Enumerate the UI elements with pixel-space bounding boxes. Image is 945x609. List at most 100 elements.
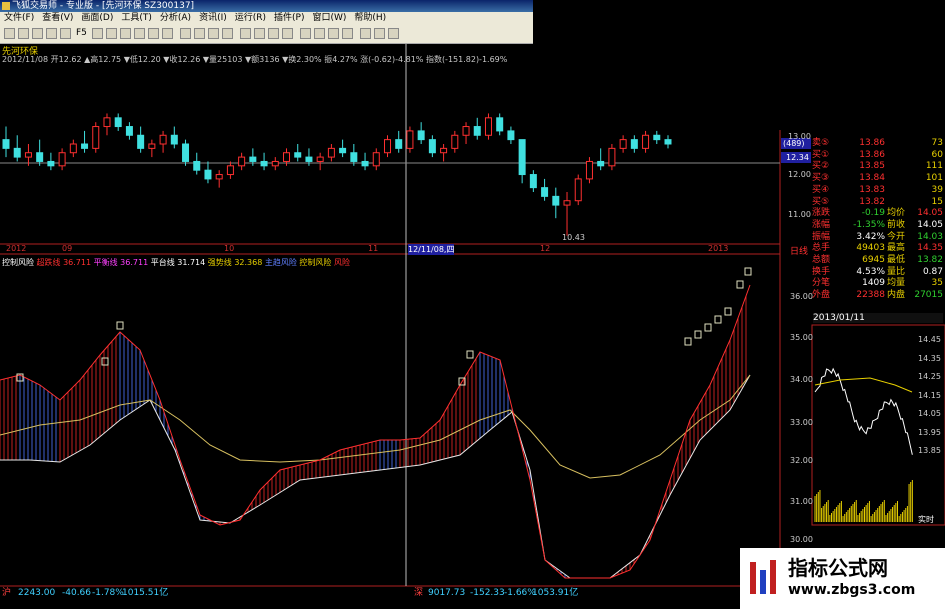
- quote-cell-c: 最低: [886, 255, 905, 265]
- signal-marker: [704, 323, 712, 332]
- intraday-axis-tick: 13.85: [918, 446, 941, 455]
- low-price-label: 10.43: [562, 233, 585, 242]
- indicator-axis-tick: 30.00: [790, 535, 813, 544]
- indicator-legend-item: 控制风险: [299, 258, 334, 267]
- candle-body: [417, 130, 425, 141]
- quote-cell-a: 涨幅: [812, 219, 831, 230]
- quote-cell-b: 6945: [862, 255, 885, 265]
- candle-body: [114, 117, 122, 128]
- x-axis-tick: 2013: [708, 244, 729, 253]
- candle-body: [58, 152, 66, 167]
- candle-body: [47, 160, 55, 167]
- quote-cell-c: 均价: [886, 208, 905, 219]
- x-axis-tick: 09: [62, 244, 73, 253]
- realtime-label[interactable]: 实时: [918, 514, 934, 525]
- quote-cell-d: 14.05: [917, 219, 943, 230]
- candle-body: [529, 174, 537, 189]
- quote-cell-a: 买⑤: [812, 196, 830, 207]
- candle-body: [383, 139, 391, 154]
- quote-cell-b: 3.42%: [856, 231, 885, 242]
- candle-body: [182, 143, 190, 162]
- candle-body: [170, 134, 178, 145]
- indicator-legend-item: 平台线 31.714: [150, 258, 208, 267]
- quote-cell-c: 内盘: [886, 290, 905, 301]
- sz-index: 9017.73: [428, 588, 466, 598]
- sz-change: -152.33: [470, 588, 505, 598]
- candle-body: [305, 156, 313, 162]
- candle-body: [496, 117, 504, 132]
- watermark-title: 指标公式网: [788, 556, 888, 580]
- candle-body: [395, 139, 403, 149]
- quote-row: 总手 49403 最高 14.35: [812, 243, 945, 254]
- x-axis-tick: 12: [540, 244, 551, 253]
- quote-row: 买④ 13.83 39: [812, 185, 945, 196]
- quote-cell-c: 均量: [886, 278, 905, 289]
- indicator-axis-tick: 36.00: [790, 292, 813, 301]
- candle-body: [574, 178, 582, 202]
- quote-cell-d: 101: [925, 173, 943, 184]
- crosshair-price-label: 12.34: [786, 153, 809, 162]
- candle-body: [13, 147, 21, 158]
- quote-cell-d: 35: [931, 278, 943, 289]
- quote-cell-b: -1.35%: [853, 219, 885, 230]
- watermark-url[interactable]: www.zbgs3.com: [788, 582, 915, 598]
- quote-cell-d: 73: [931, 138, 943, 148]
- quote-cell-d: 14.35: [917, 243, 943, 254]
- signal-marker: [466, 350, 474, 359]
- indicator-legend-item: 主趋风险: [264, 258, 300, 267]
- candle-body: [81, 143, 89, 149]
- quote-cell-a: 总额: [812, 255, 831, 265]
- quote-cell-b: 13.83: [859, 184, 885, 195]
- quote-cell-a: 卖⑤: [812, 138, 830, 148]
- candle-body: [249, 156, 257, 162]
- signal-marker: [101, 357, 109, 366]
- candle-body: [552, 195, 560, 206]
- signal-marker: [736, 280, 744, 289]
- quote-row: 外盘 22388 内盘 27015: [812, 290, 945, 301]
- quote-cell-a: 换手: [812, 266, 831, 277]
- indicator-name[interactable]: 控制风险: [2, 258, 37, 267]
- candle-body: [125, 126, 133, 136]
- candle-body: [148, 143, 156, 149]
- indicator-legend: 控制风险 超跌线 36.711 平衡线 36.711 平台线 31.714 强势…: [2, 257, 350, 268]
- quote-cell-b: 49403: [856, 243, 885, 254]
- quote-cell-b: 1409: [862, 278, 885, 289]
- indicator-legend-item: 风险: [333, 258, 350, 267]
- candle-body: [327, 147, 335, 158]
- indicator-axis-tick: 32.00: [790, 456, 813, 465]
- candle-body: [653, 134, 661, 141]
- watermark-logo-icon: [746, 556, 784, 600]
- intraday-axis-tick: 14.25: [918, 372, 941, 381]
- quote-cell-a: 总手: [812, 243, 831, 254]
- candle-body: [283, 152, 291, 162]
- indicator-legend-item: 超跌线 36.711: [36, 258, 94, 267]
- quote-cell-a: 买①: [812, 149, 830, 160]
- sz-amount: 1053.91亿: [532, 588, 579, 598]
- candle-body: [316, 156, 324, 162]
- quote-row: 涨幅 -1.35% 前收 14.05: [812, 220, 945, 231]
- quote-cell-b: 13.86: [859, 138, 885, 148]
- candle-body: [585, 160, 593, 180]
- sh-label: 沪: [2, 588, 12, 598]
- quote-row: 卖⑤ 13.86 73: [812, 138, 945, 149]
- candle-body: [440, 147, 448, 154]
- quote-cell-d: 111: [925, 161, 943, 172]
- candle-body: [103, 117, 111, 128]
- indicator-legend-item: 平衡线 36.711: [93, 258, 151, 267]
- indicator-series: [0, 267, 752, 579]
- quote-cell-a: 分笔: [812, 278, 831, 289]
- indicator-axis-tick: 35.00: [790, 333, 813, 342]
- candle-body: [339, 147, 347, 154]
- indicator-axis-tick: 31.00: [790, 497, 813, 506]
- candle-body: [406, 130, 414, 149]
- main-chart-svg[interactable]: [0, 0, 945, 609]
- candle-body: [193, 160, 201, 171]
- candle-body: [451, 134, 459, 149]
- quote-row: 分笔 1409 均量 35: [812, 278, 945, 289]
- quote-cell-d: 39: [931, 184, 943, 195]
- quote-cell-d: 15: [931, 196, 943, 207]
- signal-marker: [724, 307, 732, 316]
- sh-change: -40.66: [62, 588, 92, 598]
- price-axis-tick: 12.00: [788, 170, 811, 179]
- period-label[interactable]: 日线: [790, 244, 808, 257]
